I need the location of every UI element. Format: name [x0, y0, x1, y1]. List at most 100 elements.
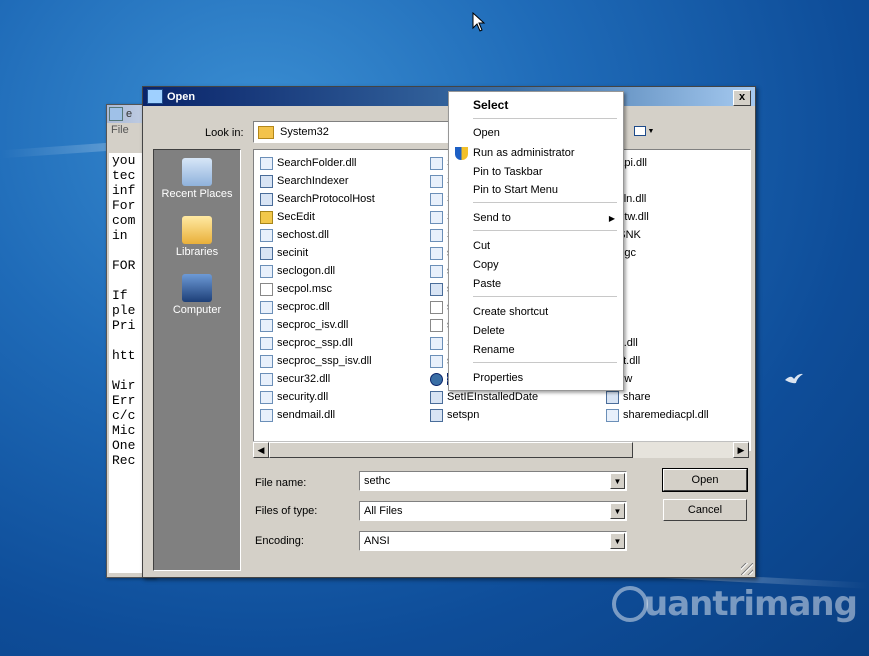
- dll-file-icon: [260, 390, 273, 404]
- encoding-label: Encoding:: [255, 535, 304, 547]
- file-item[interactable]: SecEdit: [260, 208, 375, 226]
- chevron-down-icon[interactable]: ▼: [610, 473, 625, 489]
- watermark: uantrimang: [612, 584, 858, 624]
- horizontal-scrollbar[interactable]: ◀ ▶: [253, 441, 749, 458]
- file-name: seclogon.dll: [277, 265, 336, 277]
- dll-file-icon: [260, 372, 273, 386]
- file-item[interactable]: SearchProtocolHost: [260, 190, 375, 208]
- file-name: SecEdit: [277, 211, 315, 223]
- folder-icon: [258, 125, 274, 139]
- place-computer[interactable]: Computer: [154, 274, 240, 316]
- menu-item-copy[interactable]: Copy: [449, 256, 621, 274]
- notepad-title: e: [126, 108, 133, 120]
- menu-item-open[interactable]: Open: [449, 124, 621, 142]
- chevron-down-icon[interactable]: ▼: [610, 503, 625, 519]
- libraries-icon: [182, 216, 212, 244]
- notepad-icon: [109, 107, 123, 121]
- places-bar: Recent Places Libraries Computer: [153, 149, 241, 571]
- place-label: Recent Places: [161, 188, 233, 200]
- scrollbar-thumb[interactable]: [269, 442, 633, 458]
- dll-file-icon: [260, 228, 273, 242]
- computer-icon: [182, 274, 212, 302]
- dialog-title: Open: [167, 90, 196, 103]
- file-name: sechost.dll: [277, 229, 329, 241]
- dialog-app-icon: [147, 89, 163, 104]
- place-libraries[interactable]: Libraries: [154, 216, 240, 258]
- scroll-left-button[interactable]: ◀: [253, 442, 269, 458]
- chevron-down-icon: ▼: [647, 127, 655, 135]
- context-menu: Select Open Run as administrator Pin to …: [448, 91, 624, 391]
- file-item[interactable]: setspn: [430, 406, 538, 424]
- encoding-dropdown[interactable]: ANSI ▼: [359, 531, 627, 551]
- view-menu-icon: [633, 126, 646, 136]
- dll-file-icon: [430, 228, 443, 242]
- msc-file-icon: [430, 318, 443, 332]
- file-item[interactable]: secur32.dll: [260, 370, 375, 388]
- exe-file-icon: [430, 408, 443, 422]
- file-item[interactable]: secproc_ssp.dll: [260, 334, 375, 352]
- file-name: secproc_isv.dll: [277, 319, 349, 331]
- sec-file-icon: [260, 210, 273, 224]
- menu-item-rename[interactable]: Rename: [449, 341, 621, 359]
- file-name-input[interactable]: sethc ▼: [359, 471, 627, 491]
- resize-grip[interactable]: [741, 563, 753, 575]
- open-button[interactable]: Open: [662, 468, 748, 492]
- file-name-value: sethc: [364, 475, 391, 487]
- menu-item-properties[interactable]: Properties: [449, 369, 621, 387]
- file-name: SearchFolder.dll: [277, 157, 357, 169]
- file-name: security.dll: [277, 391, 329, 403]
- cancel-button[interactable]: Cancel: [663, 499, 747, 521]
- menu-separator: [473, 296, 617, 297]
- file-item[interactable]: sharemediacpl.dll: [606, 406, 709, 424]
- place-label: Computer: [172, 304, 222, 316]
- file-item[interactable]: SearchIndexer: [260, 172, 375, 190]
- file-item[interactable]: secproc_ssp_isv.dll: [260, 352, 375, 370]
- dll-file-icon: [430, 156, 443, 170]
- file-item[interactable]: security.dll: [260, 388, 375, 406]
- menu-item-send-to[interactable]: Send to: [449, 209, 621, 227]
- menu-item-pin-taskbar[interactable]: Pin to Taskbar: [449, 163, 621, 181]
- menu-item-cut[interactable]: Cut: [449, 237, 621, 255]
- files-of-type-value: All Files: [364, 505, 403, 517]
- file-item[interactable]: sechost.dll: [260, 226, 375, 244]
- exe-file-icon: [260, 174, 273, 188]
- file-item[interactable]: secinit: [260, 244, 375, 262]
- file-item[interactable]: SearchFolder.dll: [260, 154, 375, 172]
- menu-header-select[interactable]: Select: [449, 96, 621, 114]
- dll-file-icon: [430, 354, 443, 368]
- files-of-type-dropdown[interactable]: All Files ▼: [359, 501, 627, 521]
- exe-file-icon: [430, 282, 443, 296]
- mouse-cursor-icon: [472, 12, 486, 32]
- menu-item-pin-start[interactable]: Pin to Start Menu: [449, 181, 621, 199]
- scroll-right-button[interactable]: ▶: [733, 442, 749, 458]
- file-item[interactable]: secproc.dll: [260, 298, 375, 316]
- file-item[interactable]: seclogon.dll: [260, 262, 375, 280]
- file-name: sendmail.dll: [277, 409, 336, 421]
- dll-file-icon: [430, 336, 443, 350]
- dll-file-icon: [260, 300, 273, 314]
- file-name: setspn: [447, 409, 480, 421]
- menu-item-create-shortcut[interactable]: Create shortcut: [449, 303, 621, 321]
- chevron-down-icon[interactable]: ▼: [610, 533, 625, 549]
- menu-item-paste[interactable]: Paste: [449, 275, 621, 293]
- dll-file-icon: [260, 408, 273, 422]
- watermark-logo-icon: [612, 586, 648, 622]
- menu-item-run-as-admin[interactable]: Run as administrator: [449, 144, 621, 162]
- place-recent-places[interactable]: Recent Places: [154, 158, 240, 200]
- look-in-value: System32: [280, 126, 329, 138]
- close-button[interactable]: x: [733, 90, 751, 106]
- file-name: SearchIndexer: [277, 175, 349, 187]
- watermark-text: uantrimang: [644, 584, 858, 624]
- file-item[interactable]: secpol.msc: [260, 280, 375, 298]
- menu-separator: [473, 202, 617, 203]
- sel-file-icon: [430, 372, 443, 386]
- dll-file-icon: [260, 264, 273, 278]
- look-in-dropdown[interactable]: System32: [253, 121, 455, 143]
- view-menu-button[interactable]: ▼: [631, 121, 657, 141]
- msc-file-icon: [260, 282, 273, 296]
- file-item[interactable]: secproc_isv.dll: [260, 316, 375, 334]
- menu-item-delete[interactable]: Delete: [449, 322, 621, 340]
- file-name: secur32.dll: [277, 373, 331, 385]
- file-item[interactable]: sendmail.dll: [260, 406, 375, 424]
- dll-file-icon: [260, 318, 273, 332]
